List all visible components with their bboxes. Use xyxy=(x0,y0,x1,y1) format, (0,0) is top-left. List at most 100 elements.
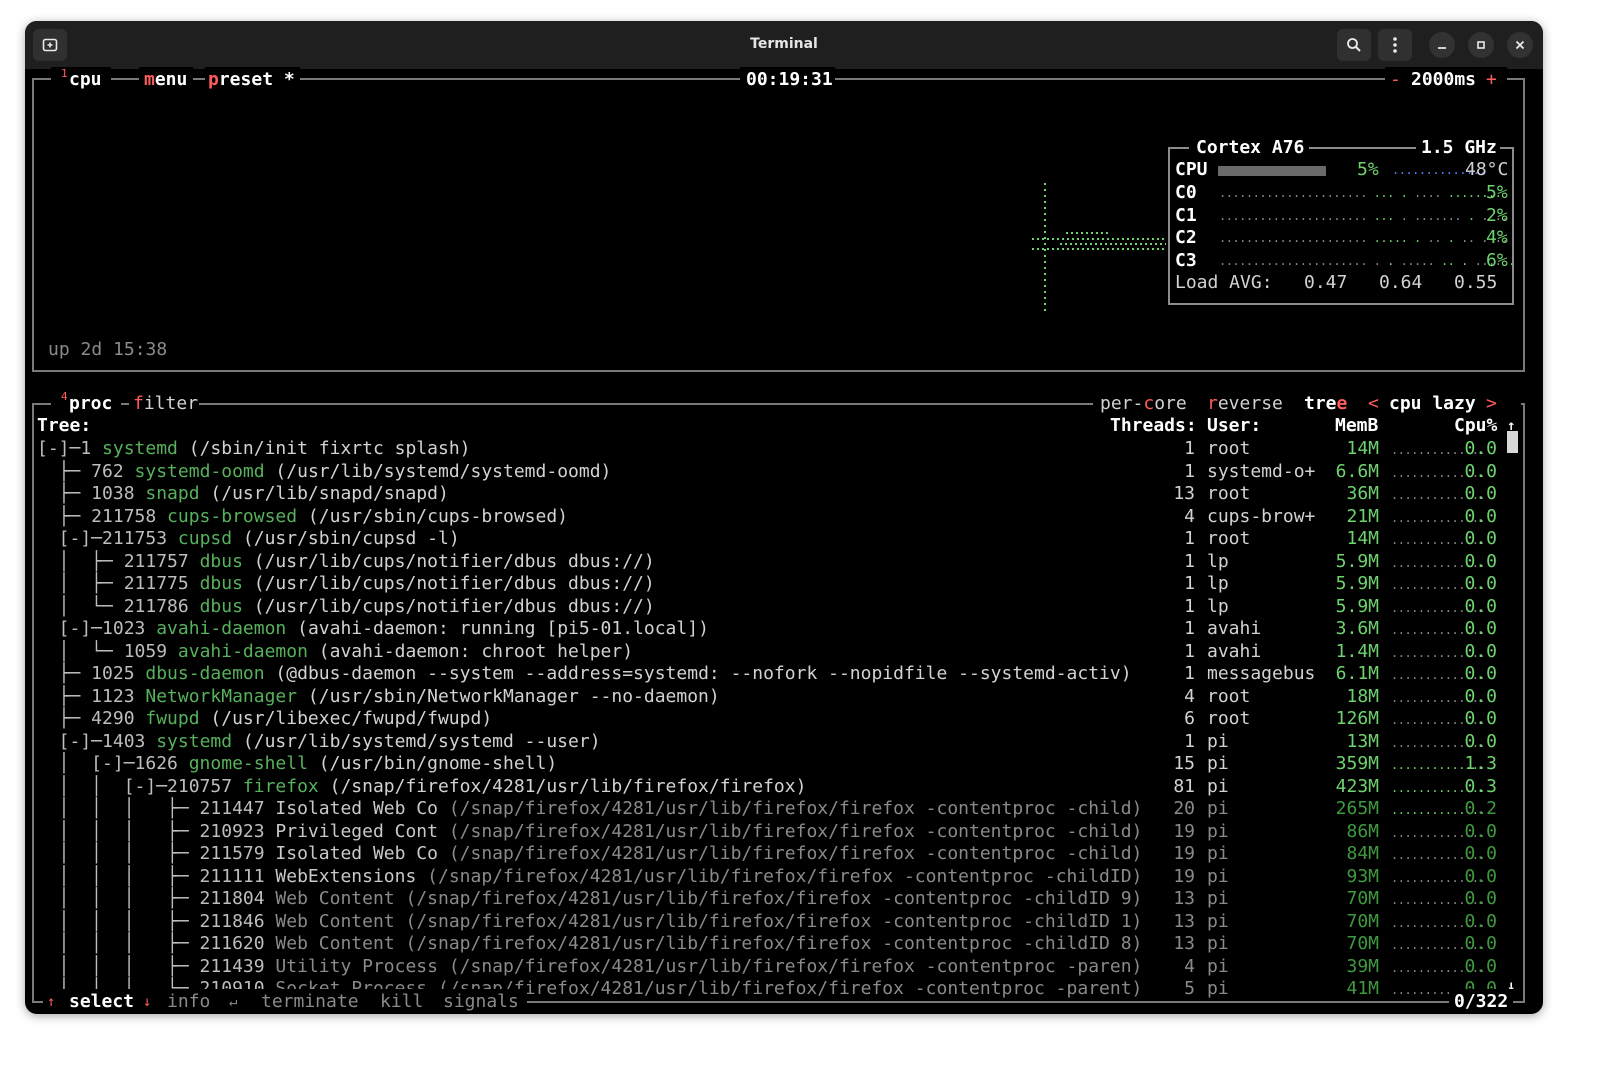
cpu-graph xyxy=(1032,183,1166,313)
process-row[interactable]: [-]─211753 cupsd (/usr/sbin/cupsd -l) 1 ro… xyxy=(25,528,1525,550)
process-row[interactable]: [-]─1403 systemd (/usr/lib/systemd/syste… xyxy=(25,731,1525,753)
process-threads: 1 xyxy=(1184,730,1195,752)
process-name: Web Content xyxy=(275,933,395,954)
sort-next-button[interactable]: > xyxy=(1486,393,1497,415)
cpu-frequency: 1.5 GHz xyxy=(1421,137,1497,158)
process-args: (avahi-daemon: running [pi5-01.local]) xyxy=(286,618,709,639)
tree-branch: │ │ │ ├─ 211447 xyxy=(37,798,276,819)
process-cpu: 0.0 xyxy=(1464,505,1497,527)
cpu-tab[interactable]: cpu xyxy=(69,69,102,91)
process-row[interactable]: │ │ │ ├─ 211620 Web Content (/snap/firef… xyxy=(25,933,1525,955)
tree-branch: [-]─1 xyxy=(37,438,103,459)
process-name: dbus xyxy=(199,573,243,594)
process-threads: 13 xyxy=(1173,888,1195,909)
process-row[interactable]: │ [-]─1626 gnome-shell (/usr/bin/gnome-s… xyxy=(25,753,1525,775)
tree-branch: │ └─ 211786 xyxy=(37,595,200,617)
terminal-content: 1 cpu menu preset * 00:19:31 - 2000ms + … xyxy=(25,67,1543,1014)
close-icon xyxy=(1515,40,1525,50)
process-args: (/usr/lib/cups/notifier/dbus dbus://) xyxy=(242,573,655,594)
process-name: dbus-daemon xyxy=(145,663,265,684)
interval-decrease-button[interactable]: - xyxy=(1390,69,1401,91)
core-label: C2 xyxy=(1175,227,1197,248)
process-row[interactable]: │ ├─ 211757 dbus (/usr/lib/cups/notifier… xyxy=(25,551,1525,573)
process-cpu: 0.0 xyxy=(1464,460,1497,482)
process-cpu: 0.0 xyxy=(1464,843,1497,864)
close-button[interactable] xyxy=(1507,32,1533,58)
process-cpu: 0.0 xyxy=(1464,483,1497,504)
search-button[interactable] xyxy=(1337,29,1371,61)
tree-branch: │ │ │ ├─ 211846 xyxy=(37,910,276,932)
process-user: pi xyxy=(1207,888,1229,909)
process-mem: 3.6M xyxy=(1335,618,1379,639)
process-row[interactable]: ├─ 762 systemd-oomd (/usr/lib/systemd/sy… xyxy=(25,461,1525,483)
process-row[interactable]: │ │ │ ├─ 211804 Web Content (/snap/firef… xyxy=(25,888,1525,910)
reverse-toggle[interactable]: reverse xyxy=(1207,393,1283,415)
process-user: systemd-o+ xyxy=(1207,460,1316,482)
process-threads: 1 xyxy=(1184,640,1195,662)
process-cpu: 0.0 xyxy=(1464,595,1497,617)
core-graph: ...................... ... . .... ......… xyxy=(1219,186,1502,200)
process-user: pi xyxy=(1207,775,1229,797)
process-row[interactable]: │ └─ 1059 avahi-daemon (avahi-daemon: ch… xyxy=(25,641,1525,663)
process-row[interactable]: │ └─ 211786 dbus (/usr/lib/cups/notifier… xyxy=(25,596,1525,618)
process-row[interactable]: ├─ 1038 snapd (/usr/lib/snapd/snapd) 13 ro… xyxy=(25,483,1525,505)
select-up-arrow[interactable]: ↑ xyxy=(47,991,55,1013)
signals-button[interactable]: signals xyxy=(443,991,519,1013)
core-graph: ...................... . . ..... .. . ..… xyxy=(1219,254,1515,268)
process-row[interactable]: │ │ │ ├─ 211846 Web Content (/snap/firef… xyxy=(25,911,1525,933)
update-interval: 2000ms xyxy=(1411,69,1477,90)
process-row[interactable]: │ │ [-]─210757 firefox (/snap/firefox/42… xyxy=(25,776,1525,798)
process-mem: 5.9M xyxy=(1335,573,1379,594)
kill-button[interactable]: kill xyxy=(380,991,423,1013)
process-command: │ └─ 1059 avahi-daemon (avahi-daemon: ch… xyxy=(37,641,633,663)
process-row[interactable]: │ │ │ ├─ 211579 Isolated Web Co (/snap/f… xyxy=(25,843,1525,865)
process-args: (avahi-daemon: chroot helper) xyxy=(307,640,634,662)
proc-tab[interactable]: proc xyxy=(69,393,112,415)
terminate-button[interactable]: terminate xyxy=(261,991,359,1013)
process-mem: 6.1M xyxy=(1335,663,1379,684)
interval-increase-button[interactable]: + xyxy=(1486,69,1497,91)
core-percent: 4% xyxy=(1486,227,1508,248)
process-row[interactable]: ├─ 4290 fwupd (/usr/libexec/fwupd/fwupd)… xyxy=(25,708,1525,730)
process-args: (/snap/firefox/4281/usr/lib/firefox/fire… xyxy=(437,820,1143,842)
process-row[interactable]: ├─ 211758 cups-browsed (/usr/sbin/cups-b… xyxy=(25,506,1525,528)
sort-prev-button[interactable]: < xyxy=(1368,393,1379,415)
process-row[interactable]: │ │ │ ├─ 211439 Utility Process (/snap/f… xyxy=(25,956,1525,978)
process-row[interactable]: ├─ 1123 NetworkManager (/usr/sbin/Networ… xyxy=(25,686,1525,708)
process-row[interactable]: [-]─1 systemd (/sbin/init fixrtc splash)… xyxy=(25,438,1525,460)
process-threads: 81 xyxy=(1173,775,1195,797)
process-args: (/usr/lib/systemd/systemd --user) xyxy=(232,730,601,752)
process-mem: 39M xyxy=(1346,955,1379,977)
process-mem: 359M xyxy=(1335,753,1379,774)
process-user: root xyxy=(1207,483,1251,504)
per-core-toggle[interactable]: per-core xyxy=(1100,393,1187,415)
process-row[interactable]: ├─ 1025 dbus-daemon (@dbus-daemon --syst… xyxy=(25,663,1525,685)
maximize-button[interactable] xyxy=(1468,32,1494,58)
tree-toggle[interactable]: tree xyxy=(1304,393,1347,415)
info-button[interactable]: info xyxy=(167,991,210,1013)
process-threads: 15 xyxy=(1173,753,1195,774)
process-row[interactable]: [-]─1023 avahi-daemon (avahi-daemon: run… xyxy=(25,618,1525,640)
process-row[interactable]: │ │ │ ├─ 211447 Isolated Web Co (/snap/f… xyxy=(25,798,1525,820)
process-row[interactable]: │ │ │ ├─ 211111 WebExtensions (/snap/fir… xyxy=(25,866,1525,888)
tree-branch: │ │ │ ├─ 211579 xyxy=(37,843,276,864)
process-command: │ └─ 211786 dbus (/usr/lib/cups/notifier… xyxy=(37,596,655,618)
tree-branch: │ │ │ ├─ 211111 xyxy=(37,865,276,887)
core-label: C3 xyxy=(1175,250,1197,271)
menu-tab[interactable]: menu xyxy=(144,69,187,91)
filter-tab[interactable]: filter xyxy=(133,393,198,415)
select-button[interactable]: select xyxy=(69,991,134,1013)
select-down-arrow[interactable]: ↓ xyxy=(143,991,151,1013)
process-row[interactable]: │ │ │ ├─ 210923 Privileged Cont (/snap/f… xyxy=(25,821,1525,843)
menu-button[interactable] xyxy=(1378,29,1412,61)
process-mem: 70M xyxy=(1346,910,1379,932)
process-name: Isolated Web Co xyxy=(275,843,438,864)
process-row[interactable]: │ ├─ 211775 dbus (/usr/lib/cups/notifier… xyxy=(25,573,1525,595)
tree-branch: │ │ [-]─210757 xyxy=(37,775,243,797)
process-cpu: 1.3 xyxy=(1464,753,1497,774)
core-label: C0 xyxy=(1175,182,1197,203)
process-name: systemd xyxy=(102,438,178,459)
minimize-button[interactable] xyxy=(1429,32,1455,58)
preset-tab[interactable]: preset * xyxy=(208,69,295,91)
process-user: avahi xyxy=(1207,640,1262,662)
